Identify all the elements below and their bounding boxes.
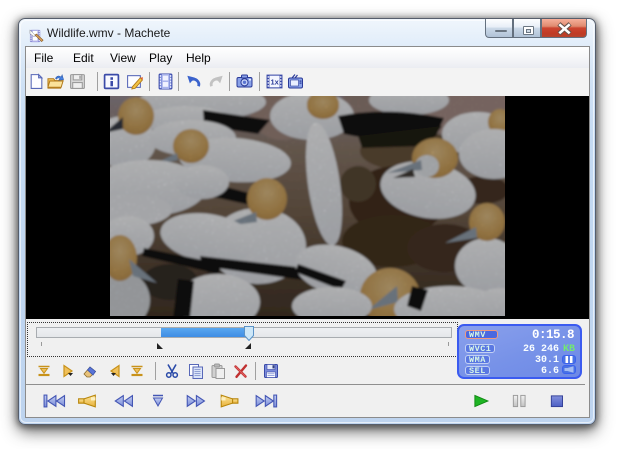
svg-text:1x: 1x [270, 78, 279, 87]
